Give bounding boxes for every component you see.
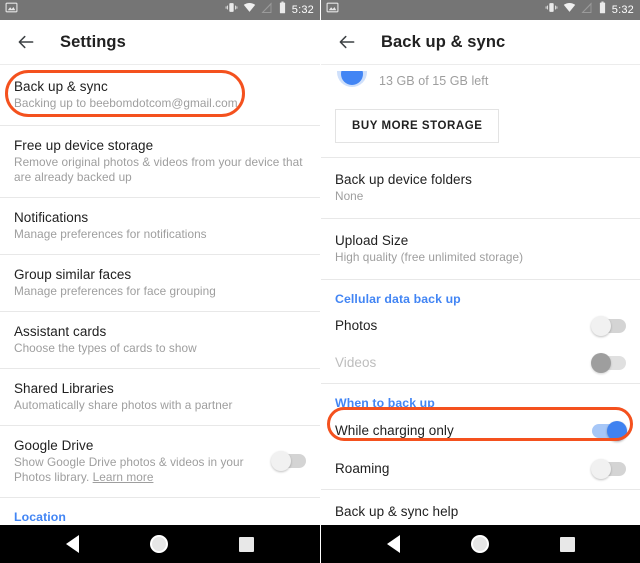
backup-row-title: Back up & sync help [335, 504, 459, 519]
settings-item-title: Notifications [14, 210, 89, 225]
backup-row-videos: Videos [321, 343, 640, 383]
storage-pie-icon [335, 71, 369, 91]
backup-row-help[interactable]: Back up & sync help [321, 490, 640, 525]
backup-row-while-charging-only[interactable]: While charging only [321, 414, 640, 449]
settings-item-title: Free up device storage [14, 138, 154, 153]
phone-screen-settings: 5:32 Settings Back up & sync Backing up … [0, 0, 320, 563]
app-bar: Settings [0, 20, 320, 64]
backup-row-title: While charging only [335, 423, 454, 438]
signal-off-icon [261, 1, 273, 19]
nav-back-icon[interactable] [386, 535, 400, 553]
settings-item-subtitle: Backing up to beebomdotcom@gmail.com [14, 96, 238, 110]
toggle-thumb [271, 451, 291, 471]
settings-list: Back up & sync Backing up to beebomdotco… [0, 64, 320, 525]
toggle-thumb [591, 458, 611, 479]
videos-cellular-toggle [591, 352, 626, 373]
settings-item-title: Group similar faces [14, 267, 132, 282]
backup-row-roaming[interactable]: Roaming [321, 449, 640, 489]
vibrate-icon [225, 1, 238, 19]
settings-item-back-up-and-sync[interactable]: Back up & sync Backing up to beebomdotco… [0, 65, 320, 125]
backup-row-title: Roaming [335, 461, 390, 476]
section-header-cellular-data-back-up: Cellular data back up [335, 292, 461, 306]
settings-item-group-similar-faces[interactable]: Group similar faces Manage preferences f… [0, 255, 320, 311]
wifi-icon [243, 1, 256, 19]
backup-item-upload-size[interactable]: Upload Size High quality (free unlimited… [321, 219, 640, 279]
page-title: Back up & sync [381, 32, 506, 51]
nav-recents-icon[interactable] [559, 536, 575, 552]
settings-item-title: Assistant cards [14, 324, 107, 339]
settings-item-subtitle: Automatically share photos with a partne… [14, 398, 233, 412]
navigation-bar [321, 525, 640, 563]
nav-back-icon[interactable] [65, 535, 79, 553]
settings-footer-link-location[interactable]: Location [0, 498, 320, 525]
learn-more-link[interactable]: Learn more [93, 470, 154, 484]
backup-sync-list: 13 GB of 15 GB left BUY MORE STORAGE Bac… [321, 64, 640, 525]
backup-item-subtitle: High quality (free unlimited storage) [335, 250, 524, 264]
section-header-when-to-back-up: When to back up [335, 396, 435, 410]
toggle-thumb [591, 352, 611, 373]
status-bar-system-icons: 5:32 [225, 1, 314, 19]
backup-item-subtitle: None [335, 189, 364, 203]
toggle-thumb [591, 315, 611, 336]
wifi-icon [563, 1, 576, 19]
status-bar-notifications [326, 1, 545, 19]
settings-item-free-up-device-storage[interactable]: Free up device storage Remove original p… [0, 126, 320, 197]
settings-item-subtitle: Remove original photos & videos from you… [14, 155, 303, 184]
signal-off-icon [581, 1, 593, 19]
backup-row-title: Videos [335, 355, 377, 370]
arrow-left-icon[interactable] [335, 30, 359, 54]
buy-more-storage-wrap: BUY MORE STORAGE [321, 99, 640, 157]
toggle-thumb [607, 420, 627, 441]
navigation-bar [0, 525, 320, 563]
nav-home-icon[interactable] [149, 535, 168, 553]
settings-item-title: Back up & sync [14, 79, 108, 94]
arrow-left-icon[interactable] [14, 30, 38, 54]
settings-item-subtitle: Manage preferences for face grouping [14, 284, 216, 298]
storage-text: 13 GB of 15 GB left [379, 74, 489, 88]
status-bar-notifications [5, 1, 225, 19]
settings-item-title: Google Drive [14, 438, 94, 453]
page-title: Settings [60, 32, 126, 51]
photos-cellular-toggle[interactable] [591, 315, 626, 336]
backup-item-title: Upload Size [335, 233, 409, 248]
settings-item-notifications[interactable]: Notifications Manage preferences for not… [0, 198, 320, 254]
settings-item-google-drive[interactable]: Google Drive Show Google Drive photos & … [0, 426, 320, 497]
backup-row-title: Photos [335, 318, 378, 333]
settings-item-subtitle: Choose the types of cards to show [14, 341, 197, 355]
settings-item-subtitle: Manage preferences for notifications [14, 227, 207, 241]
battery-icon [278, 1, 287, 19]
buy-more-storage-button[interactable]: BUY MORE STORAGE [335, 109, 500, 143]
status-bar-clock: 5:32 [611, 4, 634, 16]
dual-screenshot: 5:32 Settings Back up & sync Backing up … [0, 0, 640, 563]
settings-item-shared-libraries[interactable]: Shared Libraries Automatically share pho… [0, 369, 320, 425]
status-bar: 5:32 [0, 0, 320, 20]
storage-summary: 13 GB of 15 GB left [321, 65, 640, 99]
settings-item-title: Shared Libraries [14, 381, 114, 396]
nav-recents-icon[interactable] [239, 536, 255, 552]
photo-icon [5, 1, 18, 19]
battery-icon [598, 1, 607, 19]
settings-item-subtitle: Show Google Drive photos & videos in you… [14, 455, 260, 485]
status-bar-system-icons: 5:32 [545, 1, 634, 19]
backup-item-device-folders[interactable]: Back up device folders None [321, 158, 640, 218]
backup-row-photos[interactable]: Photos [321, 310, 640, 343]
status-bar: 5:32 [321, 0, 640, 20]
photo-icon [326, 1, 339, 19]
settings-item-assistant-cards[interactable]: Assistant cards Choose the types of card… [0, 312, 320, 368]
while-charging-only-toggle[interactable] [592, 420, 627, 441]
app-bar: Back up & sync [321, 20, 640, 64]
phone-screen-backup-sync: 5:32 Back up & sync 13 GB of 15 GB left … [320, 0, 640, 563]
backup-item-title: Back up device folders [335, 172, 472, 187]
roaming-toggle[interactable] [591, 458, 626, 479]
nav-home-icon[interactable] [470, 535, 489, 553]
status-bar-clock: 5:32 [291, 4, 314, 16]
vibrate-icon [545, 1, 558, 19]
google-drive-toggle[interactable] [271, 451, 306, 471]
